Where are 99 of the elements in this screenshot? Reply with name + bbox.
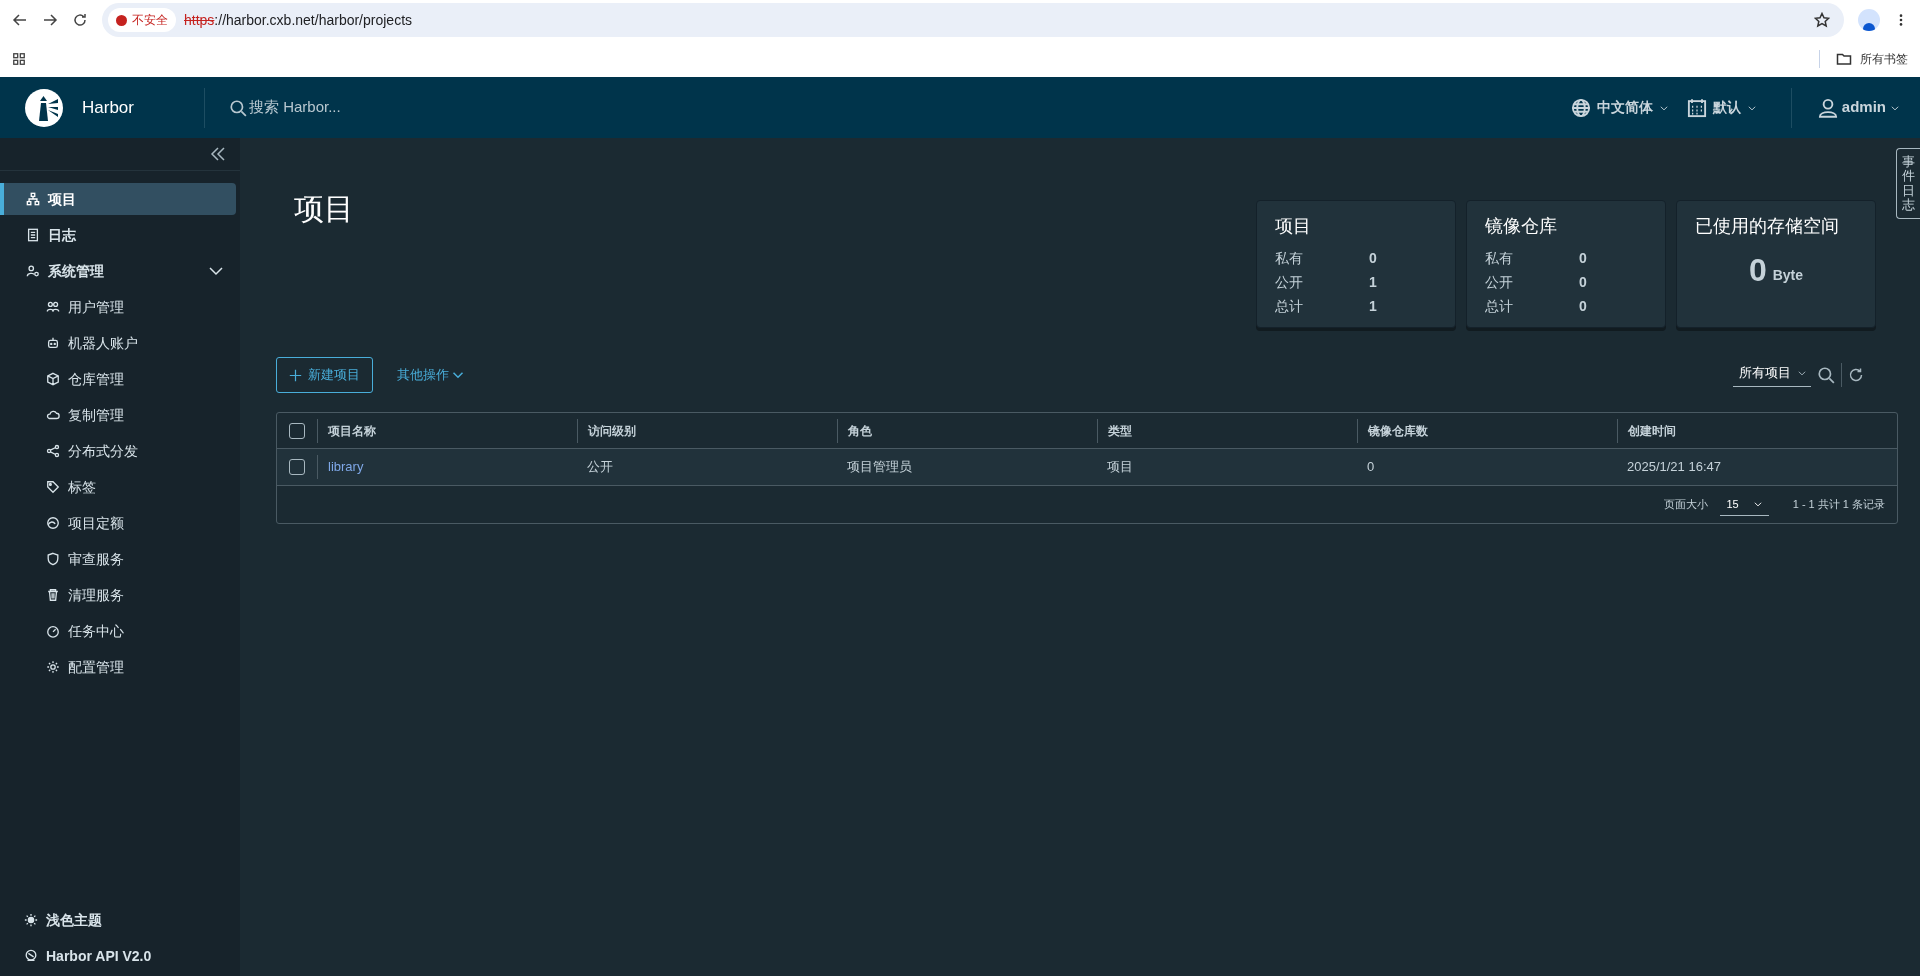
sidebar-item[interactable]: 复制管理 xyxy=(0,399,236,431)
column-header[interactable]: 项目名称 xyxy=(328,421,376,440)
stat-label: 公开 xyxy=(1485,272,1514,292)
hierarchy-icon xyxy=(26,192,40,206)
card-title: 已使用的存储空间 xyxy=(1695,215,1840,238)
stat-value: 1 xyxy=(1369,296,1377,316)
user-gear-icon xyxy=(26,264,40,278)
more-actions-menu[interactable]: 其他操作 xyxy=(397,365,464,385)
card-title: 项目 xyxy=(1275,215,1312,238)
error-icon xyxy=(116,14,127,26)
sun-icon xyxy=(24,913,38,927)
search-field[interactable]: 搜索 Harbor... xyxy=(229,90,341,125)
sidebar-item[interactable]: 标签 xyxy=(0,471,236,503)
column-header[interactable]: 类型 xyxy=(1108,421,1132,440)
sidebar-item[interactable]: 系统管理 xyxy=(0,255,236,287)
document-icon xyxy=(26,228,40,242)
sidebar-item[interactable]: 清理服务 xyxy=(0,579,236,611)
cloud-icon xyxy=(46,408,60,422)
table-cell-text: 项目管理员 xyxy=(847,458,912,477)
collapse-icon[interactable] xyxy=(210,146,226,162)
url-text: https://harbor.cxb.net/harbor/projects xyxy=(184,10,413,30)
sidebar-item[interactable]: 机器人账户 xyxy=(0,327,236,359)
sidebar-item[interactable]: 配置管理 xyxy=(0,651,236,683)
globe-icon xyxy=(1570,97,1591,118)
storage-value: 0 xyxy=(1748,254,1767,286)
dashboard-icon xyxy=(46,624,60,638)
stat-value: 0 xyxy=(1579,296,1587,316)
sidebar-item[interactable]: 任务中心 xyxy=(0,615,236,647)
user-menu[interactable]: admin xyxy=(1817,96,1900,119)
cube-icon xyxy=(46,372,60,386)
sidebar-item[interactable]: 日志 xyxy=(0,219,236,251)
table-cell-text: 项目 xyxy=(1107,458,1133,477)
table-cell-text: 0 xyxy=(1367,458,1375,477)
stat-value: 0 xyxy=(1579,272,1587,292)
shield-icon xyxy=(46,552,60,566)
theme-menu[interactable]: 默认 xyxy=(1686,97,1757,118)
brand-name[interactable]: Harbor xyxy=(82,94,134,121)
sidebar-item[interactable]: 项目 xyxy=(0,183,236,215)
robot-icon xyxy=(46,336,60,350)
apps-icon[interactable] xyxy=(12,51,26,66)
caret-icon xyxy=(1797,368,1807,378)
users-icon xyxy=(46,300,60,314)
caret-icon xyxy=(1752,499,1763,509)
user-icon xyxy=(1817,97,1838,118)
sidebar-footer-link[interactable]: Harbor API V2.0 xyxy=(0,938,240,974)
reload-icon[interactable] xyxy=(72,12,88,28)
sidebar-item[interactable]: 项目定额 xyxy=(0,507,236,539)
sidebar-footer-link[interactable]: 浅色主题 xyxy=(0,902,240,938)
search-icon[interactable] xyxy=(1817,366,1835,384)
star-icon[interactable] xyxy=(1814,12,1830,28)
sidebar-item[interactable]: 审查服务 xyxy=(0,543,236,575)
bookmarks-link[interactable]: 所有书签 xyxy=(1860,49,1908,68)
table-cell-text: 公开 xyxy=(587,458,613,477)
search-icon xyxy=(229,98,247,117)
stat-label: 总计 xyxy=(1275,296,1304,316)
back-icon[interactable] xyxy=(12,12,28,28)
security-chip[interactable]: 不安全 xyxy=(108,8,176,32)
lighthouse-logo-icon[interactable] xyxy=(24,87,64,128)
share-icon xyxy=(46,444,60,458)
checkbox[interactable] xyxy=(289,422,305,439)
new-project-button[interactable]: 新建项目 xyxy=(276,357,373,393)
pagination-summary: 1 - 1 共计 1 条记录 xyxy=(1792,497,1885,513)
column-header[interactable]: 创建时间 xyxy=(1628,421,1676,440)
tag-icon xyxy=(46,480,60,494)
stat-value: 0 xyxy=(1579,248,1587,268)
table-cell-text: 2025/1/21 16:47 xyxy=(1627,458,1721,477)
sidebar-item[interactable]: 仓库管理 xyxy=(0,363,236,395)
stat-value: 0 xyxy=(1369,248,1377,268)
filter-dropdown[interactable]: 所有项目 xyxy=(1733,363,1811,387)
stat-label: 总计 xyxy=(1485,296,1514,316)
language-menu[interactable]: 中文简体 xyxy=(1570,97,1669,118)
stat-label: 公开 xyxy=(1275,272,1304,292)
plus-icon xyxy=(289,368,302,382)
forward-icon[interactable] xyxy=(42,12,58,28)
card-title: 镜像仓库 xyxy=(1485,215,1558,238)
stat-label: 私有 xyxy=(1485,248,1514,268)
column-header[interactable]: 镜像仓库数 xyxy=(1368,421,1428,440)
stat-value: 1 xyxy=(1369,272,1377,292)
project-link[interactable]: library xyxy=(328,457,364,477)
sidebar-item[interactable]: 用户管理 xyxy=(0,291,236,323)
gauge-icon xyxy=(46,516,60,530)
column-header[interactable]: 访问级别 xyxy=(588,421,636,440)
gear-icon xyxy=(46,660,60,674)
address-bar[interactable]: 不安全 https://harbor.cxb.net/harbor/projects xyxy=(102,3,1844,37)
checkbox[interactable] xyxy=(289,459,305,475)
page-title: 项目 xyxy=(294,191,354,227)
refresh-icon[interactable] xyxy=(1848,367,1864,383)
event-log-tab[interactable]: 事件日志 xyxy=(1896,148,1920,220)
page-size-label: 页面大小 xyxy=(1664,497,1709,513)
table-row[interactable]: library 公开 项目管理员 项目 0 2025/1/21 16:47 xyxy=(277,449,1897,486)
sidebar-item[interactable]: 分布式分发 xyxy=(0,435,236,467)
calendar-icon xyxy=(1686,97,1707,118)
page-size-select[interactable]: 15 xyxy=(1720,493,1769,516)
stat-label: 私有 xyxy=(1275,248,1304,268)
api-icon xyxy=(24,949,38,963)
storage-unit: Byte xyxy=(1772,266,1804,285)
profile-icon[interactable] xyxy=(1858,9,1880,31)
column-header[interactable]: 角色 xyxy=(848,421,872,440)
trash-icon xyxy=(46,588,60,602)
